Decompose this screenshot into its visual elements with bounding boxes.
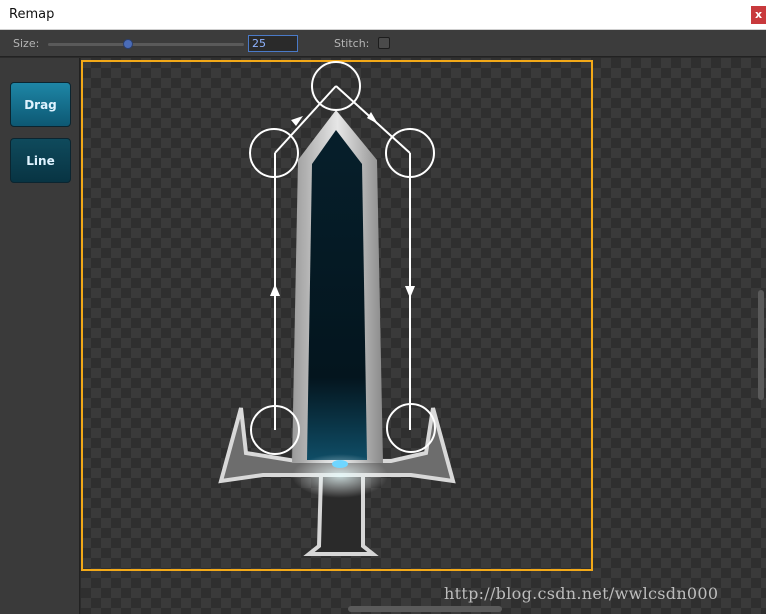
size-label: Size: (13, 37, 40, 50)
canvas-area[interactable] (81, 58, 766, 614)
stitch-label: Stitch: (334, 37, 370, 50)
size-input[interactable]: 25 (248, 35, 298, 52)
arrow-diag-right-icon (367, 112, 378, 124)
stitch-checkbox[interactable] (378, 37, 390, 49)
tool-sidebar: Drag Line (0, 58, 80, 614)
arrow-down-icon (405, 286, 415, 298)
toolbar: Size: 25 Stitch: (0, 30, 766, 57)
close-button[interactable]: x (751, 6, 766, 24)
line-tool-button[interactable]: Line (10, 138, 71, 183)
sword-blade-inner (307, 130, 367, 460)
canvas-scene[interactable] (81, 58, 766, 614)
arrow-up-icon (270, 284, 280, 296)
sword-gem (332, 460, 348, 468)
horizontal-scrollbar[interactable] (348, 606, 502, 612)
watermark-text: http://blog.csdn.net/wwlcsdn000 (444, 584, 719, 603)
size-slider-track[interactable] (48, 43, 244, 46)
drag-tool-button[interactable]: Drag (10, 82, 71, 127)
vertical-scrollbar[interactable] (758, 290, 764, 400)
size-slider-thumb[interactable] (123, 39, 133, 49)
title-bar: Remap x (0, 0, 766, 30)
window-title: Remap (9, 7, 55, 22)
